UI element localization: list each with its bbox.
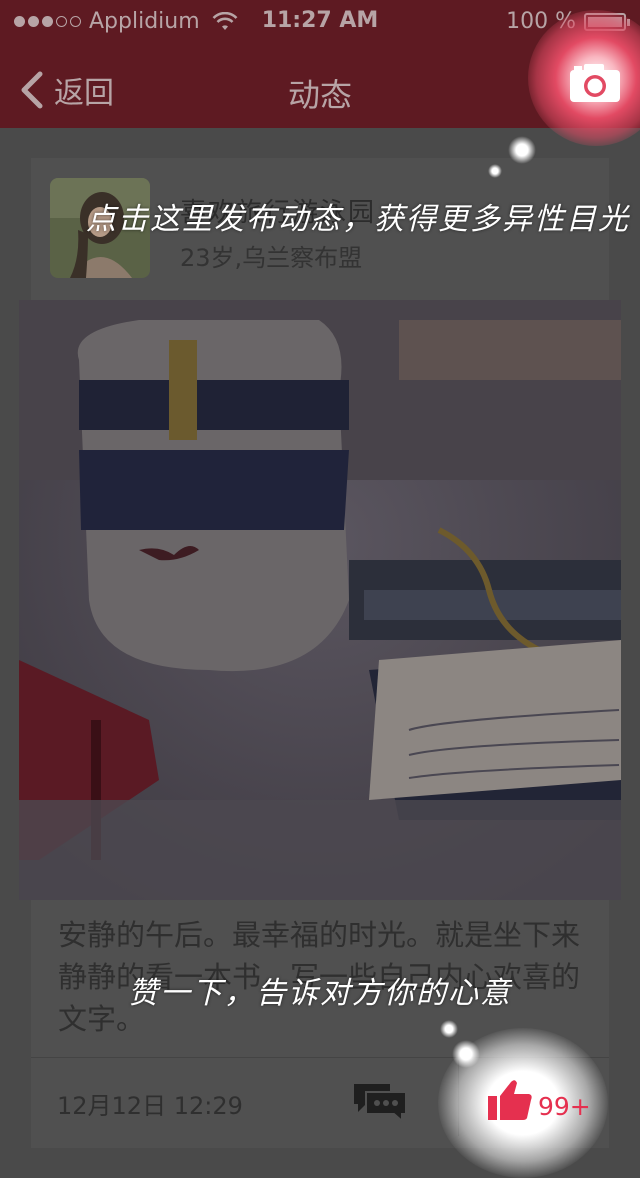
- camera-icon[interactable]: [568, 62, 622, 104]
- post-date: 12月12日 12:29: [57, 1092, 243, 1120]
- sparkle: [508, 136, 536, 164]
- chat-bubbles-icon[interactable]: [352, 1082, 408, 1122]
- sparkle: [452, 1040, 480, 1068]
- sparkle: [488, 164, 502, 178]
- like-count: 99+: [538, 1092, 591, 1121]
- sparkle: [440, 1020, 458, 1038]
- post-photo[interactable]: [19, 300, 621, 900]
- hint-like: 赞一下，告诉对方你的心意: [128, 976, 512, 1011]
- user-info: 23岁,乌兰察布盟: [180, 244, 363, 272]
- hint-camera: 点击这里发布动态，获得更多异性目光: [86, 202, 630, 237]
- thumbs-up-icon[interactable]: [487, 1078, 533, 1122]
